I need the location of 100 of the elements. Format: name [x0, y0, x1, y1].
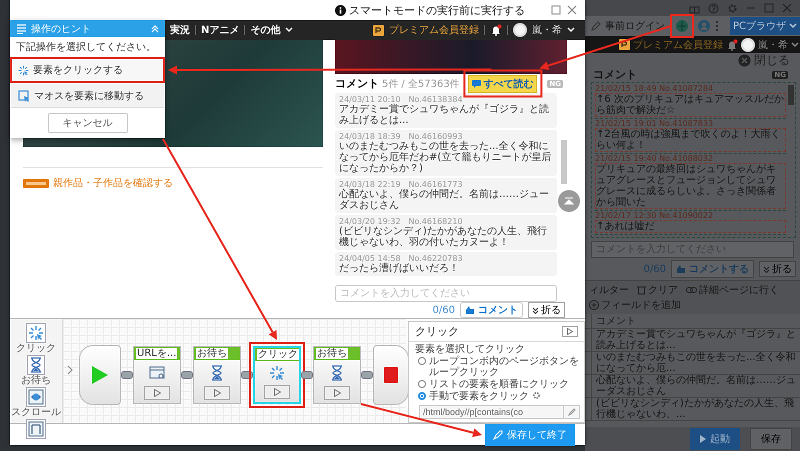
expand-handle-icon[interactable] [67, 365, 73, 375]
play-button[interactable] [144, 386, 170, 400]
comment-meta: 24/03/18 22:19 No.46161773 [339, 180, 464, 189]
run-button[interactable]: 起動 [690, 428, 740, 450]
settings-icon[interactable] [727, 2, 738, 14]
dialog-title: スマートモードの実行前に実行する [349, 2, 525, 18]
comment-text: アカデミー賞でシュワちゃんが『ゴジラ』と読み上げるとは... [339, 104, 550, 126]
premium-link[interactable]: プレミアム会員登録 [389, 23, 479, 37]
comments-heading: コメント [593, 67, 637, 82]
play-outline-icon [214, 389, 220, 397]
char-counter: 0/60 [432, 304, 455, 316]
chevron-down-icon [789, 23, 797, 29]
radio-label[interactable]: ループコンボ内のページボタンをループクリック [429, 356, 580, 378]
scrollbar-thumb[interactable] [561, 140, 567, 184]
play-outline-icon [334, 389, 340, 397]
pencil-icon[interactable] [591, 21, 601, 31]
caret-up-icon [564, 197, 574, 205]
palette-tile[interactable] [26, 419, 46, 439]
nav-link[interactable]: 実況 [170, 23, 190, 37]
hourglass-icon [210, 365, 224, 381]
comment-meta: 24/03/18 18:39 No.46160993 [339, 132, 463, 141]
premium-link[interactable]: プレミアム会員登録 [633, 38, 723, 52]
scroll-top-button[interactable] [558, 190, 580, 212]
step-label: クリック [257, 349, 299, 360]
end-block[interactable] [373, 345, 409, 405]
avatar-icon[interactable] [741, 38, 755, 52]
comment-meta: 21/02/17 12:30 No.41090022 [595, 212, 714, 220]
user-name[interactable]: 嵐・希 [758, 38, 788, 52]
avatar-icon[interactable] [513, 23, 527, 37]
bell-icon[interactable] [490, 24, 502, 36]
play-button[interactable] [264, 385, 290, 399]
start-block[interactable] [79, 345, 121, 405]
edit-button[interactable] [564, 405, 580, 419]
collapse-up-icon[interactable] [151, 24, 159, 32]
maximize-icon[interactable] [764, 3, 774, 13]
gear-icon[interactable] [532, 391, 541, 400]
save-and-finish-button[interactable]: 保存して終了 [485, 424, 575, 446]
play-button[interactable] [204, 386, 230, 400]
palette-tile[interactable] [26, 387, 46, 407]
play-outline-icon [154, 389, 160, 397]
connector-knob [301, 371, 313, 379]
save-button[interactable]: 保存 [750, 428, 792, 450]
comment-meta: 21/02/15 18:49 No.41087284 [595, 85, 714, 93]
hourglass-icon [29, 357, 43, 373]
close-icon[interactable] [782, 3, 792, 13]
scroll-icon [28, 389, 44, 405]
start-triangle-icon [92, 366, 108, 384]
palette-tile[interactable] [26, 323, 46, 343]
comment-meta: 24/03/11 20:10 No.46138384 [339, 95, 464, 104]
palette-label: スクロール [11, 407, 61, 418]
rocket-icon [493, 430, 503, 440]
more-icon[interactable] [715, 20, 719, 32]
nav-link[interactable]: Nアニメ [201, 23, 240, 37]
connector-knob [121, 371, 133, 379]
xpath-field[interactable]: /html/body//p[contains(co [419, 405, 564, 419]
comment-meta: 21/02/15 19:01 No.41087833 [595, 120, 714, 128]
step-block[interactable]: お待ち [193, 346, 241, 404]
step-block[interactable]: URLを... [133, 346, 181, 404]
sparkle-icon [269, 365, 285, 381]
browser-mode-button[interactable]: PCブラウザ [730, 17, 800, 35]
help-icon[interactable] [708, 2, 719, 14]
cancel-button[interactable]: キャンセル [48, 113, 128, 133]
sparkle-icon [18, 64, 29, 76]
comment-count: 5件 [382, 78, 398, 90]
hint-option[interactable]: 要素をクリックする [10, 57, 165, 83]
comment-meta: 21/02/15 19:40 No.41088032 [595, 155, 714, 163]
radio-button[interactable] [418, 392, 426, 400]
scrollbar-thumb[interactable] [788, 85, 794, 105]
hint-option[interactable]: マオスを要素に移動する [10, 83, 165, 108]
step-label: お待ち [316, 348, 348, 359]
double-chevron-down-icon [763, 266, 770, 272]
char-counter: 0/60 [644, 264, 666, 274]
radio-label[interactable]: 手動で要素をクリック [429, 391, 529, 402]
connector-knob [181, 371, 193, 379]
palette-label: クリック [16, 343, 56, 354]
read-all-button[interactable]: すべて読む [468, 74, 538, 92]
comment-submit-button[interactable]: コメント [460, 302, 523, 318]
table-cell: (ビビリなシンディ)たかがあなたの人生、飛行機じゃないわ、... [591, 398, 800, 421]
radio-button[interactable] [418, 357, 426, 365]
collapse-button[interactable]: 折る [759, 261, 796, 277]
play-button[interactable] [324, 386, 350, 400]
maximize-icon[interactable] [551, 5, 561, 15]
collapse-button[interactable]: 折る [528, 302, 565, 318]
user-name[interactable]: 嵐・希 [532, 23, 562, 37]
comment-text: いのまたむつみもこの世を去った...全く令和になってから厄年だわ#(立て籠もりニートが皇后になったからか？) [339, 141, 552, 174]
radio-button[interactable] [418, 380, 426, 388]
premium-badge-icon [373, 24, 384, 36]
nav-link[interactable]: その他 [250, 23, 280, 37]
test-run-button[interactable] [562, 326, 578, 337]
chevron-down-icon [285, 27, 294, 33]
palette-tile[interactable] [27, 355, 45, 375]
step-block[interactable]: お待ち [313, 346, 361, 404]
related-works-link[interactable]: 親作品・子作品を確認する [53, 176, 173, 190]
hint-prompt: 下記操作を選択してください。 [15, 40, 157, 55]
hint-panel-title: 操作のヒント [31, 22, 91, 36]
comment-meta: 24/04/05 14:58 No.46220783 [339, 254, 464, 263]
radio-label[interactable]: リストの要素を順番にクリック [429, 379, 569, 390]
comment-text: プリキュアの最終回はシュワちゃんがキュアグレースとフュージョンしてシュワグレースに成るらしいよ。さっき関係者から聞いた [595, 163, 786, 209]
page-icon [28, 421, 44, 437]
close-icon[interactable] [567, 5, 577, 15]
